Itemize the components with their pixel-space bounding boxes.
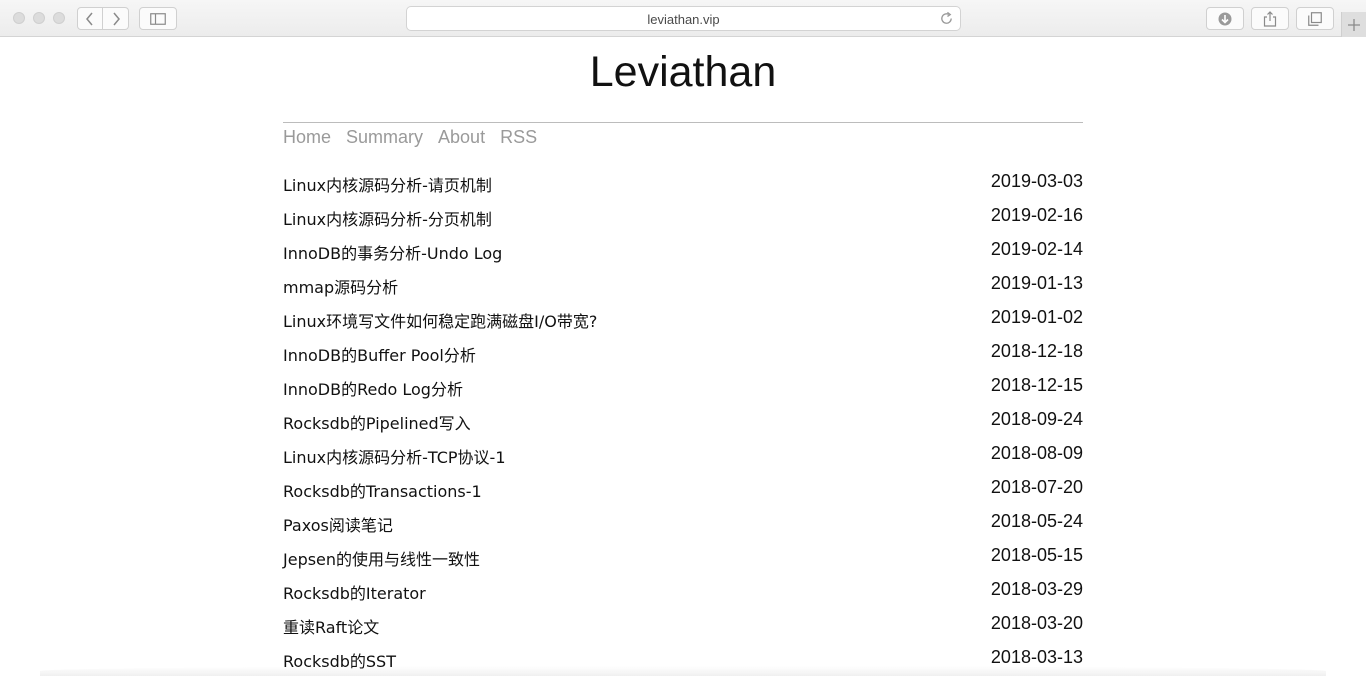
post-title-link[interactable]: Linux内核源码分析-分页机制 [283,206,492,230]
browser-toolbar: leviathan.vip [0,0,1366,37]
post-title-link[interactable]: Jepsen的使用与线性一致性 [283,546,480,570]
post-date: 2018-08-09 [991,443,1083,464]
address-bar[interactable]: leviathan.vip [406,6,961,31]
forward-button[interactable] [103,7,129,30]
post-title-link[interactable]: Linux环境写文件如何稳定跑满磁盘I/O带宽? [283,308,597,332]
show-tabs-button[interactable] [1296,7,1334,30]
post-title-link[interactable]: mmap源码分析 [283,274,398,298]
url-text: leviathan.vip [407,12,960,27]
post-date: 2019-02-14 [991,239,1083,260]
back-button[interactable] [77,7,103,30]
post-title-link[interactable]: 重读Raft论文 [283,614,379,638]
reload-icon[interactable] [939,11,954,26]
sidebar-button[interactable] [139,7,177,30]
tabs-icon [1308,12,1322,26]
header-divider [283,122,1083,123]
post-date: 2018-03-20 [991,613,1083,634]
post-title-link[interactable]: Paxos阅读笔记 [283,512,393,536]
post-title-link[interactable]: InnoDB的Redo Log分析 [283,376,463,400]
zoom-window-button[interactable] [53,12,65,24]
post-item: Linux环境写文件如何稳定跑满磁盘I/O带宽? 2019-01-02 [283,304,1083,338]
post-date: 2018-12-15 [991,375,1083,396]
post-date: 2018-12-18 [991,341,1083,362]
post-item: InnoDB的Buffer Pool分析 2018-12-18 [283,338,1083,372]
minimize-window-button[interactable] [33,12,45,24]
post-title-link[interactable]: InnoDB的事务分析-Undo Log [283,240,502,264]
nav-about-link[interactable]: About [438,127,485,147]
chevron-right-icon [111,12,121,26]
post-title-link[interactable]: Rocksdb的SST [283,648,396,672]
post-title-link[interactable]: Rocksdb的Iterator [283,580,426,604]
plus-icon [1348,19,1360,31]
downloads-button[interactable] [1206,7,1244,30]
site-nav: Home Summary About RSS [283,127,537,147]
site-title[interactable]: Leviathan [283,46,1083,98]
post-date: 2018-03-29 [991,579,1083,600]
post-item: Rocksdb的SST 2018-03-13 [283,644,1083,678]
post-item: Linux内核源码分析-请页机制 2019-03-03 [283,168,1083,202]
post-item: mmap源码分析 2019-01-13 [283,270,1083,304]
post-item: 重读Raft论文 2018-03-20 [283,610,1083,644]
post-item: Jepsen的使用与线性一致性 2018-05-15 [283,542,1083,576]
post-list: Linux内核源码分析-请页机制 2019-03-03 Linux内核源码分析-分… [283,168,1083,678]
post-item: Rocksdb的Iterator 2018-03-29 [283,576,1083,610]
post-date: 2018-05-24 [991,511,1083,532]
post-title-link[interactable]: Linux内核源码分析-TCP协议-1 [283,444,506,468]
post-title-link[interactable]: Linux内核源码分析-请页机制 [283,172,492,196]
new-tab-button[interactable] [1341,12,1366,37]
nav-summary-link[interactable]: Summary [346,127,423,147]
post-date: 2018-09-24 [991,409,1083,430]
post-title-link[interactable]: Rocksdb的Transactions-1 [283,478,482,502]
post-item: Rocksdb的Transactions-1 2018-07-20 [283,474,1083,508]
post-item: InnoDB的Redo Log分析 2018-12-15 [283,372,1083,406]
post-date: 2018-05-15 [991,545,1083,566]
sidebar-icon [150,13,166,25]
download-icon [1218,12,1232,26]
post-date: 2018-07-20 [991,477,1083,498]
nav-home-link[interactable]: Home [283,127,331,147]
nav-rss-link[interactable]: RSS [500,127,537,147]
post-title-link[interactable]: InnoDB的Buffer Pool分析 [283,342,476,366]
share-icon [1263,11,1277,27]
close-window-button[interactable] [13,12,25,24]
post-item: InnoDB的事务分析-Undo Log 2019-02-14 [283,236,1083,270]
post-date: 2019-01-02 [991,307,1083,328]
post-item: Paxos阅读笔记 2018-05-24 [283,508,1083,542]
chevron-left-icon [85,12,95,26]
post-item: Rocksdb的Pipelined写入 2018-09-24 [283,406,1083,440]
share-button[interactable] [1251,7,1289,30]
post-item: Linux内核源码分析-分页机制 2019-02-16 [283,202,1083,236]
post-item: Linux内核源码分析-TCP协议-1 2018-08-09 [283,440,1083,474]
post-date: 2019-01-13 [991,273,1083,294]
post-date: 2019-03-03 [991,171,1083,192]
post-date: 2018-03-13 [991,647,1083,668]
post-date: 2019-02-16 [991,205,1083,226]
post-title-link[interactable]: Rocksdb的Pipelined写入 [283,410,471,434]
